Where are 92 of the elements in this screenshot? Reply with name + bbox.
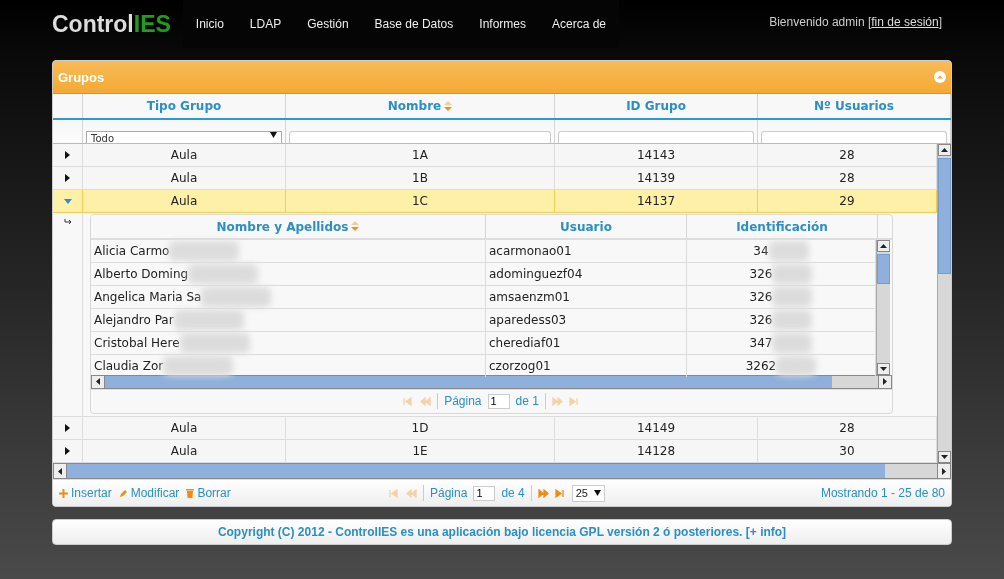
page-field[interactable]: 1 [487,393,510,409]
page-label: Página [444,394,482,409]
panel-title: Grupos [58,69,105,85]
next-page-icon[interactable] [537,488,549,498]
subgrid-arrow-icon [63,219,72,225]
table-cell: Aula [83,417,286,439]
logout-link[interactable]: fin de sesión [871,14,939,29]
app-logo[interactable]: ControlIES [52,10,171,38]
nav-link[interactable]: Gestión [294,17,362,31]
scroll-left-icon[interactable] [58,467,62,475]
nav-link[interactable]: Inicio [182,17,237,31]
scroll-thumb[interactable] [938,158,951,274]
scroll-down-icon[interactable] [941,455,948,459]
table-row[interactable]: Aula 1B 14139 28 [53,167,937,190]
scroll-up-icon[interactable] [941,148,948,152]
table-cell: 1E [286,440,555,462]
table-cell: 1A [286,144,555,166]
table-cell: 347 [687,332,876,354]
expand-arrow-icon[interactable] [65,151,70,159]
page-size-dropdown[interactable]: 25 [571,484,605,502]
horizontal-scrollbar[interactable] [53,463,951,479]
scroll-thumb[interactable] [877,254,890,284]
table-cell: 1C [286,190,555,212]
table-cell: 14149 [555,417,758,439]
copyright-footer: Copyright (C) 2012 - ControlIES es una aplicación bajo licencia GPL versión 2 ó posteriores. [+ info] [52,519,952,545]
page-label: Página [430,486,468,500]
sort-icon[interactable] [444,100,453,112]
nav-link[interactable]: LDAP [236,17,295,31]
table-cell: Alicia Carmo [91,240,486,262]
table-cell: Aula [83,440,286,462]
table-cell: 14137 [555,190,758,212]
bracket-text: ] [938,14,942,29]
scroll-up-icon[interactable] [880,244,887,248]
page-count: de 4 [501,486,525,500]
table-cell: 326 [687,263,876,285]
filter-field[interactable] [289,131,551,143]
table-cell: 1D [286,417,555,439]
table-row[interactable]: Aula 1C 14137 29 [53,190,937,213]
scroll-right-icon[interactable] [883,378,887,386]
table-cell: 14139 [555,167,758,189]
collapse-icon[interactable] [934,71,946,83]
table-cell: cherediaf01 [486,332,687,354]
table-row[interactable]: Aula 1A 14143 28 [53,144,937,167]
scroll-right-icon[interactable] [942,467,946,475]
page-count: de 1 [515,394,539,409]
last-page-icon[interactable] [554,488,566,498]
collapse-arrow-icon[interactable] [63,198,72,204]
pencil-icon [118,488,128,498]
caret-icon[interactable] [594,490,601,496]
trash-icon [186,488,195,498]
vertical-scrollbar[interactable] [876,240,890,375]
scroll-left-icon[interactable] [96,378,100,386]
sort-icon[interactable] [351,221,360,232]
table-cell: 14128 [555,440,758,462]
table-cell: Alberto Doming [91,263,486,285]
nav-link[interactable]: Base de Datos [361,17,467,31]
record-summary: Mostrando 1 - 25 de 80 [820,486,945,500]
edit-link[interactable]: Modificar [118,486,180,500]
filter-dropdown[interactable]: Todo [86,131,282,143]
table-cell: 326 [687,286,876,308]
nav-link[interactable]: Acerca de [539,17,619,31]
expand-arrow-icon[interactable] [65,424,70,432]
table-cell: Angelica Maria Sa [91,286,486,308]
table-cell: amsaenzm01 [486,286,687,308]
table-cell: Aula [83,144,286,166]
nav-link[interactable]: Informes [466,17,539,31]
horizontal-scrollbar[interactable] [91,375,892,389]
table-cell: 1B [286,167,555,189]
table-cell: acarmonao01 [486,240,687,262]
table-cell: aparedess03 [486,309,687,331]
scroll-thumb[interactable] [105,376,832,388]
scroll-down-icon[interactable] [880,367,887,371]
table-cell: Aula [83,190,286,212]
scroll-thumb[interactable] [67,464,885,478]
table-cell: Aula [83,167,286,189]
table-row[interactable]: Aula 1E 14128 30 [53,440,937,463]
caret-icon[interactable] [270,132,277,138]
plus-icon [59,488,68,498]
table-cell: 34 [687,240,876,262]
welcome-text: Bienvenido admin [ [769,14,872,29]
table-row[interactable]: Aula 1D 14149 28 [53,417,937,440]
table-cell: 14143 [555,144,758,166]
table-cell: 326 [687,309,876,331]
expand-arrow-icon[interactable] [65,174,70,182]
vertical-scrollbar[interactable] [937,144,951,463]
table-cell: adominguezf04 [486,263,687,285]
table-cell: Cristobal Here [91,332,486,354]
table-cell: Alejandro Par [91,309,486,331]
filter-field[interactable] [761,131,947,143]
filter-field[interactable] [558,131,754,143]
expand-arrow-icon[interactable] [65,447,70,455]
page-field[interactable]: 1 [473,485,496,501]
